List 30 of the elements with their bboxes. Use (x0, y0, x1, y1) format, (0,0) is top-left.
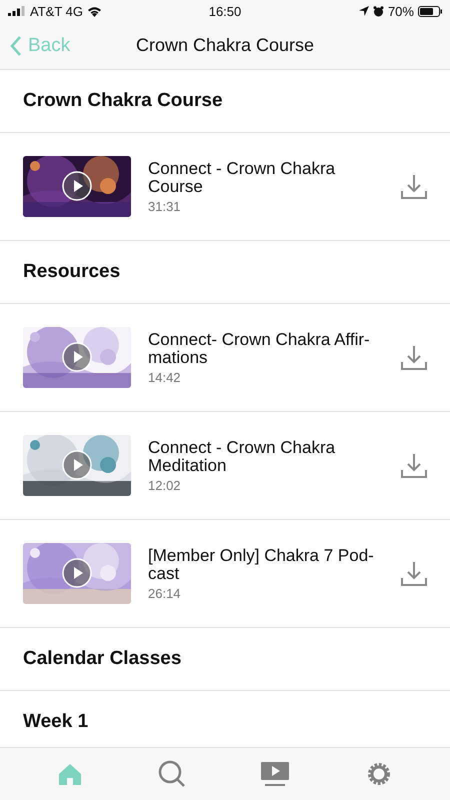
download-button[interactable] (400, 344, 428, 372)
location-arrow-icon (358, 6, 369, 16)
video-duration: 14:42 (148, 370, 182, 384)
battery-percentage: 70% (388, 4, 414, 18)
wifi-icon (86, 6, 102, 16)
signal-icon (8, 6, 26, 16)
section-heading: Calendar Classes (23, 648, 182, 670)
video-duration: 12:02 (148, 478, 182, 492)
video-title[interactable]: [Member Only] Chakra 7 Pod-cast (148, 546, 388, 582)
download-button[interactable] (400, 452, 428, 480)
download-button[interactable] (400, 560, 428, 588)
video-duration: 31:31 (148, 198, 182, 214)
clock-time: 16:50 (208, 4, 242, 18)
download-button[interactable] (400, 172, 428, 200)
battery-icon (418, 6, 442, 16)
screen-title: Crown Chakra Course (136, 35, 314, 56)
video-title[interactable]: Connect - Crown Chakra Course (148, 160, 388, 196)
video-duration: 26:14 (148, 586, 182, 600)
search-icon (158, 760, 186, 788)
play-icon[interactable] (62, 171, 92, 201)
alarm-clock-icon (372, 6, 384, 16)
carrier-label: AT&T 4G (30, 4, 83, 18)
section-heading: Crown Chakra Course (23, 90, 223, 112)
chevron-left-icon (10, 36, 22, 56)
section-heading: Week 1 (23, 711, 88, 733)
video-title[interactable]: Connect - Crown Chakra Meditation (148, 438, 388, 474)
video-title[interactable]: Connect- Crown Chakra Affir-mations (148, 330, 388, 366)
home-icon (57, 761, 84, 787)
video-screen-icon (260, 761, 290, 787)
section-heading: Resources (23, 261, 120, 283)
